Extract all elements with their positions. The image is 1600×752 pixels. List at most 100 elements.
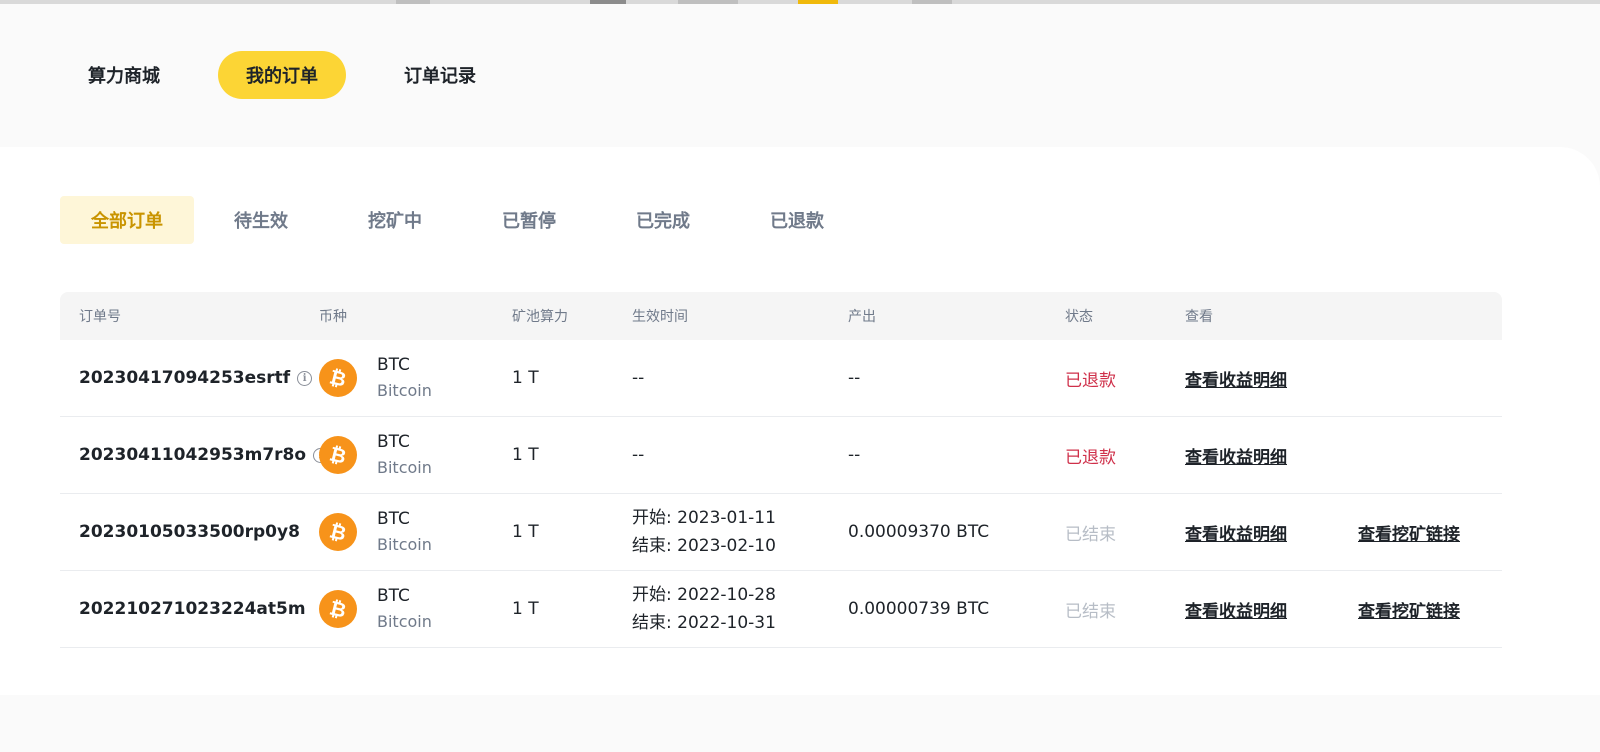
order-id-cell: 20230411042953m7r8o i bbox=[79, 417, 329, 493]
table-row: 20230411042953m7r8o i ₿ BTC Bitcoin 1 T … bbox=[60, 417, 1502, 494]
view-earnings-link-cell: 查看收益明细 bbox=[1185, 417, 1287, 493]
coin-symbol: BTC bbox=[377, 586, 410, 606]
effective-time: -- bbox=[632, 364, 644, 392]
view-mining-link[interactable]: 查看挖矿链接 bbox=[1358, 520, 1460, 545]
order-id-cell: 202210271023224at5m bbox=[79, 571, 306, 647]
time-end: 结束: 2022-10-31 bbox=[632, 613, 776, 633]
svg-text:₿: ₿ bbox=[327, 596, 349, 622]
table-row: 20230417094253esrtf i ₿ BTC Bitcoin 1 T … bbox=[60, 340, 1502, 417]
time-end: 结束: 2023-02-10 bbox=[632, 536, 776, 556]
page-footer-band bbox=[0, 695, 1600, 752]
coin-symbol: BTC bbox=[377, 509, 410, 529]
pool-power: 1 T bbox=[512, 368, 539, 388]
time-start: 开始: 2022-10-28 bbox=[632, 585, 776, 605]
filter-pending[interactable]: 待生效 bbox=[194, 196, 328, 244]
output-amount: -- bbox=[848, 368, 861, 388]
effective-time: 开始: 2023-01-11 结束: 2023-02-10 bbox=[632, 504, 776, 560]
tab-order-history[interactable]: 订单记录 bbox=[376, 51, 504, 99]
coin-cell: ₿ BTC Bitcoin bbox=[319, 494, 432, 570]
filter-mining[interactable]: 挖矿中 bbox=[328, 196, 462, 244]
view-earnings-link[interactable]: 查看收益明细 bbox=[1185, 520, 1287, 545]
order-id: 202210271023224at5m bbox=[79, 599, 306, 619]
order-id: 20230417094253esrtf bbox=[79, 368, 291, 388]
bitcoin-icon: ₿ bbox=[319, 359, 357, 397]
coin-symbol: BTC bbox=[377, 355, 410, 375]
coin-name: Bitcoin bbox=[377, 535, 432, 554]
effective-time-cell: -- bbox=[632, 417, 644, 493]
coin-name: Bitcoin bbox=[377, 612, 432, 631]
svg-text:₿: ₿ bbox=[327, 442, 349, 468]
bitcoin-icon: ₿ bbox=[319, 436, 357, 474]
bitcoin-glyph: ₿ bbox=[327, 442, 349, 468]
coin-cell: ₿ BTC Bitcoin bbox=[319, 340, 432, 416]
coin-text: BTC Bitcoin bbox=[377, 353, 432, 403]
header-pool-power: 矿池算力 bbox=[512, 309, 568, 325]
top-banner-edge bbox=[0, 0, 1600, 4]
coin-name: Bitcoin bbox=[377, 381, 432, 400]
view-earnings-link-cell: 查看收益明细 bbox=[1185, 494, 1287, 570]
output-amount: -- bbox=[848, 445, 861, 465]
filter-completed[interactable]: 已完成 bbox=[596, 196, 730, 244]
coin-text: BTC Bitcoin bbox=[377, 507, 432, 557]
banner-fragment bbox=[396, 0, 430, 4]
time-single: -- bbox=[632, 368, 645, 388]
table-row: 20230105033500rp0y8 ₿ BTC Bitcoin 1 T 开始… bbox=[60, 494, 1502, 571]
tab-hashrate-market[interactable]: 算力商城 bbox=[60, 51, 188, 99]
header-order-id: 订单号 bbox=[79, 309, 121, 325]
pool-power: 1 T bbox=[512, 599, 539, 619]
table-row: 202210271023224at5m ₿ BTC Bitcoin 1 T 开始… bbox=[60, 571, 1502, 648]
info-icon[interactable]: i bbox=[297, 370, 313, 386]
time-single: -- bbox=[632, 445, 645, 465]
banner-fragment bbox=[912, 0, 952, 4]
pool-power: 1 T bbox=[512, 522, 539, 542]
view-earnings-link[interactable]: 查看收益明细 bbox=[1185, 366, 1287, 391]
effective-time-cell: 开始: 2022-10-28 结束: 2022-10-31 bbox=[632, 571, 776, 647]
status-badge: 已退款 bbox=[1065, 370, 1116, 391]
header-view: 查看 bbox=[1185, 309, 1213, 325]
effective-time: 开始: 2022-10-28 结束: 2022-10-31 bbox=[632, 581, 776, 637]
bitcoin-glyph: ₿ bbox=[327, 519, 349, 545]
view-mining-link-cell: 查看挖矿链接 bbox=[1358, 494, 1460, 570]
filter-all-orders[interactable]: 全部订单 bbox=[60, 196, 194, 244]
svg-text:₿: ₿ bbox=[327, 519, 349, 545]
banner-fragment bbox=[678, 0, 738, 4]
order-filter-tabs: 全部订单 待生效 挖矿中 已暂停 已完成 已退款 bbox=[60, 196, 864, 244]
view-mining-link[interactable]: 查看挖矿链接 bbox=[1358, 597, 1460, 622]
view-earnings-link-cell: 查看收益明细 bbox=[1185, 340, 1287, 416]
header-coin: 币种 bbox=[319, 309, 347, 325]
filter-refunded[interactable]: 已退款 bbox=[730, 196, 864, 244]
pool-power: 1 T bbox=[512, 445, 539, 465]
output-amount: 0.00000739 BTC bbox=[848, 599, 990, 619]
banner-fragment bbox=[590, 0, 626, 4]
status-badge: 已结束 bbox=[1065, 524, 1116, 545]
svg-text:₿: ₿ bbox=[327, 365, 349, 391]
table-header: 订单号 币种 矿池算力 生效时间 产出 状态 查看 bbox=[60, 292, 1502, 340]
coin-text: BTC Bitcoin bbox=[377, 430, 432, 480]
effective-time-cell: 开始: 2023-01-11 结束: 2023-02-10 bbox=[632, 494, 776, 570]
order-id-cell: 20230417094253esrtf i bbox=[79, 340, 313, 416]
banner-fragment bbox=[798, 0, 838, 4]
time-start: 开始: 2023-01-11 bbox=[632, 508, 776, 528]
table-body: 20230417094253esrtf i ₿ BTC Bitcoin 1 T … bbox=[60, 340, 1502, 648]
coin-name: Bitcoin bbox=[377, 458, 432, 477]
bitcoin-icon: ₿ bbox=[319, 590, 357, 628]
order-id-cell: 20230105033500rp0y8 bbox=[79, 494, 300, 570]
effective-time-cell: -- bbox=[632, 340, 644, 416]
effective-time: -- bbox=[632, 441, 644, 469]
view-earnings-link-cell: 查看收益明细 bbox=[1185, 571, 1287, 647]
output-amount: 0.00009370 BTC bbox=[848, 522, 990, 542]
order-id: 20230105033500rp0y8 bbox=[79, 522, 300, 542]
view-earnings-link[interactable]: 查看收益明细 bbox=[1185, 443, 1287, 468]
order-id: 20230411042953m7r8o bbox=[79, 445, 307, 465]
header-output: 产出 bbox=[848, 309, 876, 325]
orders-table: 订单号 币种 矿池算力 生效时间 产出 状态 查看 20230417094253… bbox=[60, 292, 1502, 648]
filter-paused[interactable]: 已暂停 bbox=[462, 196, 596, 244]
view-earnings-link[interactable]: 查看收益明细 bbox=[1185, 597, 1287, 622]
view-mining-link-cell: 查看挖矿链接 bbox=[1358, 571, 1460, 647]
bitcoin-icon: ₿ bbox=[319, 513, 357, 551]
header-effective-time: 生效时间 bbox=[632, 309, 688, 325]
status-badge: 已结束 bbox=[1065, 601, 1116, 622]
coin-text: BTC Bitcoin bbox=[377, 584, 432, 634]
tab-my-orders[interactable]: 我的订单 bbox=[218, 51, 346, 99]
bitcoin-glyph: ₿ bbox=[327, 365, 349, 391]
